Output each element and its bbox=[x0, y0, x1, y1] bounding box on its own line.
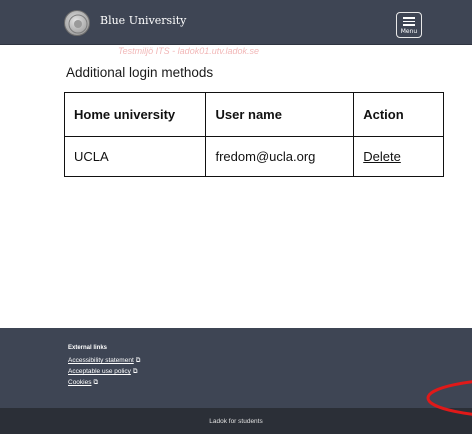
table-header-row: Home university User name Action bbox=[63, 92, 444, 137]
external-link-icon: ⧉ bbox=[135, 357, 141, 364]
bottom-bar: Ladok for students bbox=[0, 408, 472, 434]
delete-link[interactable]: Delete bbox=[363, 149, 401, 164]
cell-home-university: UCLA bbox=[63, 136, 207, 177]
external-links-heading: External links bbox=[68, 345, 108, 351]
cookies-link[interactable]: Cookies ⧉ bbox=[68, 379, 98, 387]
page-title: Additional login methods bbox=[66, 65, 214, 80]
brand-name[interactable]: Blue University bbox=[100, 14, 186, 27]
cell-user-name: fredom@ucla.org bbox=[205, 136, 355, 177]
environment-watermark: Testmiljö ITS - ladok01.utv.ladok.se bbox=[118, 46, 260, 56]
acceptable-use-policy-link[interactable]: Acceptable use policy ⧉ bbox=[68, 368, 138, 376]
login-methods-table: Home university User name Action UCLA fr… bbox=[63, 92, 444, 177]
external-link-icon: ⧉ bbox=[93, 379, 99, 386]
column-header-action: Action bbox=[353, 92, 444, 137]
column-header-home-university: Home university bbox=[63, 92, 207, 137]
menu-label: Menu bbox=[400, 28, 418, 35]
top-header: Blue University Menu bbox=[0, 0, 472, 45]
accessibility-statement-link[interactable]: Accessibility statement ⧉ bbox=[68, 357, 140, 365]
column-header-user-name: User name bbox=[205, 92, 355, 137]
acceptable-use-policy-label: Acceptable use policy bbox=[68, 368, 131, 375]
cell-action: Delete bbox=[353, 136, 444, 177]
table-row: UCLA fredom@ucla.org Delete bbox=[63, 136, 444, 177]
external-link-icon: ⧉ bbox=[132, 368, 138, 375]
cookies-label: Cookies bbox=[68, 379, 92, 386]
footer: External links Accessibility statement ⧉ … bbox=[0, 328, 472, 408]
bottom-bar-text: Ladok for students bbox=[209, 418, 263, 425]
university-seal-icon[interactable] bbox=[64, 10, 90, 36]
accessibility-statement-label: Accessibility statement bbox=[68, 357, 134, 364]
hamburger-icon bbox=[403, 17, 415, 28]
menu-button[interactable]: Menu bbox=[396, 12, 422, 38]
